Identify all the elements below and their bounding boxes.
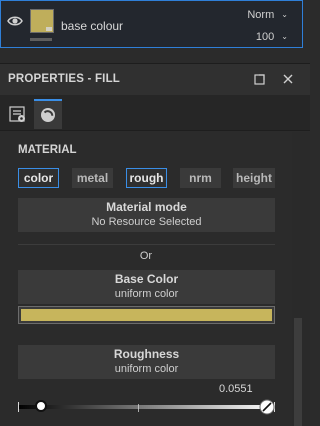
tab-material[interactable] [34,99,62,129]
opacity-value: 100 [255,31,275,43]
channel-metal[interactable]: metal [72,168,113,188]
blend-mode-value: Norm [247,9,275,21]
popout-icon[interactable] [252,71,268,87]
roughness-title: Roughness [113,347,180,361]
material-mode-block[interactable]: Material mode No Resource Selected [18,198,275,232]
roughness-picker-icon[interactable] [259,399,275,415]
channel-nrm[interactable]: nrm [180,168,221,188]
layer-name: base colour [61,19,124,33]
eye-icon[interactable] [7,14,23,28]
base-color-block[interactable]: Base Color uniform color [18,270,275,304]
layer-thumbnail [30,9,54,33]
thumbnail-bar [30,38,52,41]
roughness-subtitle: uniform color [114,363,179,375]
material-content: MATERIAL color metal rough nrm height Ma… [0,132,292,426]
channel-height[interactable]: height [233,168,275,188]
material-mode-title: Material mode [106,200,187,214]
properties-header: PROPERTIES - FILL [0,63,310,95]
material-mode-value: No Resource Selected [91,216,202,228]
opacity-dropdown[interactable]: 100 ⌄ [256,31,288,43]
base-color-subtitle: uniform color [114,288,179,300]
layer-settings-icon [9,106,25,122]
chevron-down-icon: ⌄ [281,32,288,41]
or-label: Or [139,250,153,262]
base-color-title: Base Color [114,272,179,286]
properties-title: PROPERTIES - FILL [8,73,121,85]
roughness-block[interactable]: Roughness uniform color [18,345,275,379]
blend-mode-dropdown[interactable]: Norm ⌄ [247,9,288,21]
channel-color[interactable]: color [18,168,59,188]
chevron-down-icon: ⌄ [281,10,288,19]
material-section-title: MATERIAL [18,144,77,156]
close-icon[interactable] [280,71,296,87]
layer-row[interactable]: base colour Norm ⌄ 100 ⌄ [0,0,303,48]
layer-thumbnail-mark [46,27,52,31]
base-color-fill [21,309,272,321]
app-root: base colour Norm ⌄ 100 ⌄ PROPERTIES - FI… [0,0,310,426]
divider [18,244,275,245]
roughness-slider[interactable] [18,399,275,415]
scrollbar-thumb[interactable] [294,318,302,426]
roughness-value: 0.0551 [219,383,253,395]
base-color-swatch[interactable] [18,306,275,324]
channel-rough[interactable]: rough [126,168,167,188]
slider-ticks [18,402,275,412]
tab-layer-settings[interactable] [4,99,32,129]
material-sphere-icon [41,108,55,122]
properties-tabs [0,95,310,131]
